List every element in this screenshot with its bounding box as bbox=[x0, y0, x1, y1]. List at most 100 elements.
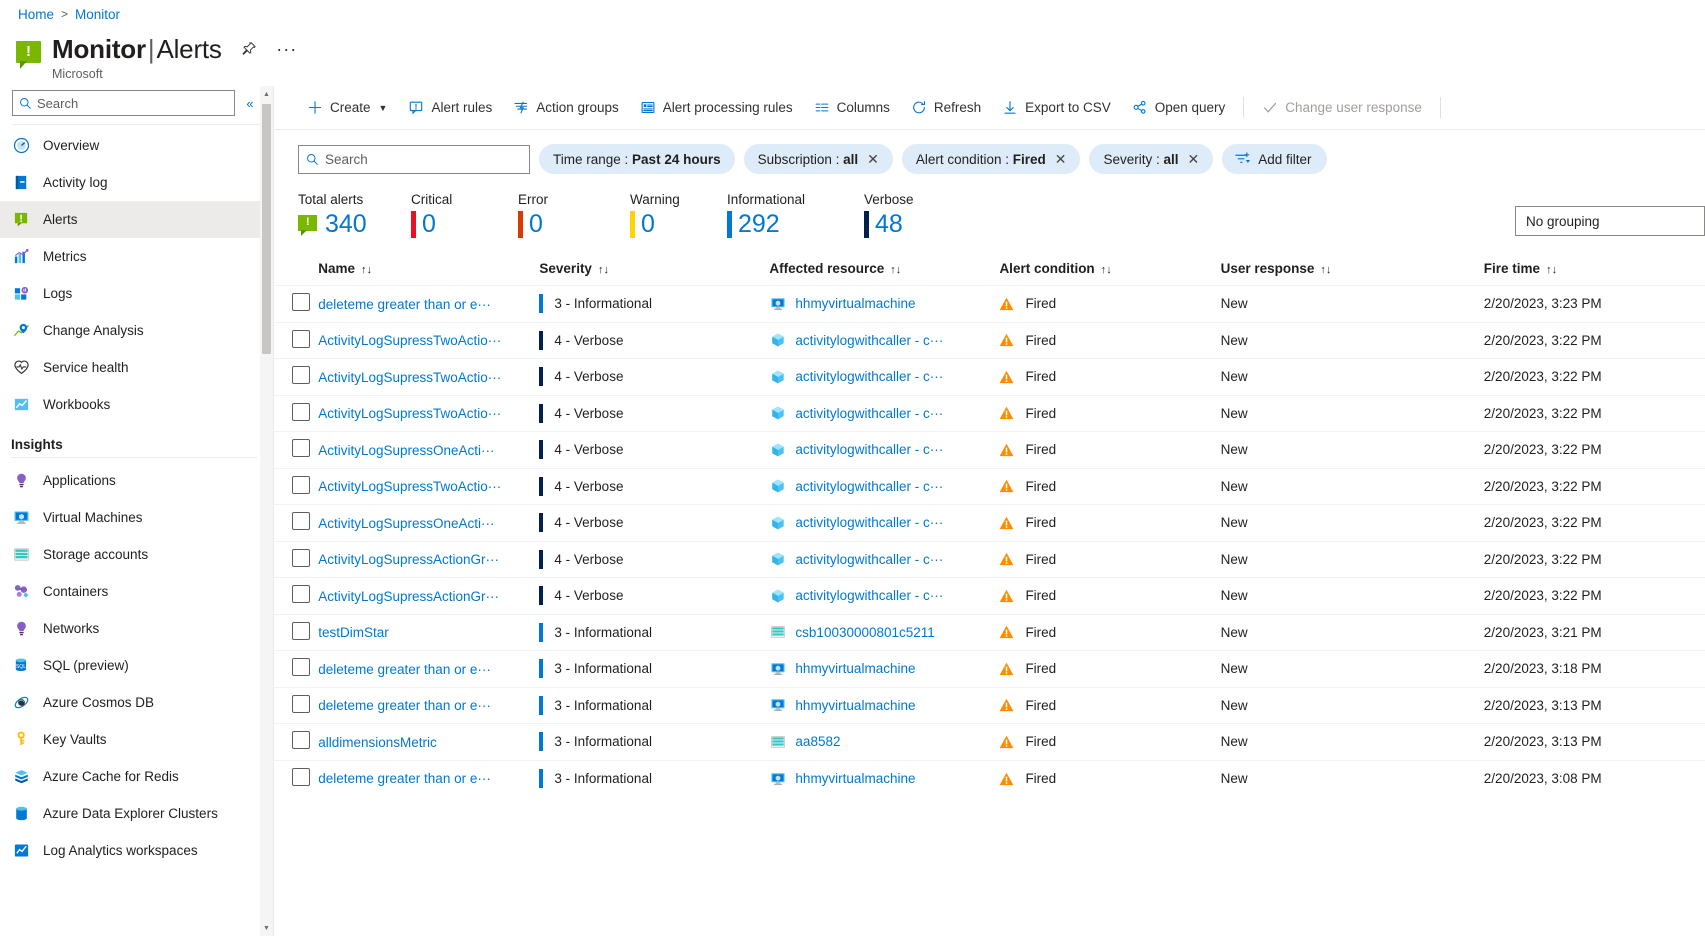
resource-link[interactable]: hhmyvirtualmachine bbox=[795, 698, 915, 713]
table-row[interactable]: ActivityLogSupressOneActi···4 - Verbosea… bbox=[274, 505, 1705, 542]
row-checkbox[interactable] bbox=[292, 658, 310, 676]
sidebar-insight-log-analytics-workspaces[interactable]: Log Analytics workspaces bbox=[0, 832, 273, 869]
sidebar-insight-applications[interactable]: Applications bbox=[0, 462, 273, 499]
table-row[interactable]: deleteme greater than or e···3 - Informa… bbox=[274, 687, 1705, 724]
resource-link[interactable]: hhmyvirtualmachine bbox=[795, 771, 915, 786]
row-checkbox[interactable] bbox=[292, 476, 310, 494]
resource-link[interactable]: activitylogwithcaller - c··· bbox=[795, 479, 943, 494]
sidebar-item-activity-log[interactable]: Activity log bbox=[0, 164, 273, 201]
summary-total-alerts[interactable]: Total alerts!340 bbox=[298, 192, 411, 239]
sidebar-search[interactable] bbox=[12, 90, 235, 116]
alert-name-link[interactable]: ActivityLogSupressTwoActio··· bbox=[318, 406, 501, 421]
alert-name-link[interactable]: ActivityLogSupressTwoActio··· bbox=[318, 333, 501, 348]
row-checkbox[interactable] bbox=[292, 549, 310, 567]
alert-name-link[interactable]: ActivityLogSupressActionGr··· bbox=[318, 589, 499, 604]
filter-pill-time-range[interactable]: Time range : Past 24 hours bbox=[539, 144, 735, 174]
column-header-alert-condition[interactable]: Alert condition↑↓ bbox=[999, 261, 1220, 286]
row-checkbox[interactable] bbox=[292, 768, 310, 786]
alert-name-link[interactable]: deleteme greater than or e··· bbox=[318, 771, 491, 786]
alerts-search[interactable] bbox=[298, 145, 530, 174]
row-checkbox[interactable] bbox=[292, 512, 310, 530]
alert-name-link[interactable]: deleteme greater than or e··· bbox=[318, 662, 491, 677]
alert-name-link[interactable]: deleteme greater than or e··· bbox=[318, 297, 491, 312]
table-row[interactable]: ActivityLogSupressActionGr···4 - Verbose… bbox=[274, 578, 1705, 615]
alert-name-link[interactable]: ActivityLogSupressTwoActio··· bbox=[318, 370, 501, 385]
sort-icon[interactable]: ↑↓ bbox=[1320, 264, 1331, 276]
command-open-query[interactable]: Open query bbox=[1123, 95, 1235, 121]
sidebar-insight-key-vaults[interactable]: Key Vaults bbox=[0, 721, 273, 758]
table-row[interactable]: testDimStar3 - Informationalcsb100300008… bbox=[274, 614, 1705, 651]
collapse-sidebar-button[interactable]: « bbox=[239, 92, 261, 114]
table-row[interactable]: alldimensionsMetric3 - Informationalaa85… bbox=[274, 724, 1705, 761]
sidebar-scrollbar[interactable]: ▲ ▼ bbox=[260, 86, 273, 936]
command-alert-rules[interactable]: Alert rules bbox=[399, 95, 501, 121]
pin-icon[interactable] bbox=[238, 38, 260, 60]
row-checkbox[interactable] bbox=[292, 585, 310, 603]
close-icon[interactable]: ✕ bbox=[1055, 153, 1067, 165]
filter-pill-alert-condition[interactable]: Alert condition : Fired✕ bbox=[902, 144, 1081, 174]
scroll-up-icon[interactable]: ▲ bbox=[260, 87, 273, 101]
alert-name-link[interactable]: alldimensionsMetric bbox=[318, 735, 437, 750]
sidebar-insight-storage-accounts[interactable]: Storage accounts bbox=[0, 536, 273, 573]
sort-icon[interactable]: ↑↓ bbox=[361, 264, 372, 276]
sort-icon[interactable]: ↑↓ bbox=[890, 264, 901, 276]
sidebar-item-logs[interactable]: Logs bbox=[0, 275, 273, 312]
sidebar-insight-containers[interactable]: Containers bbox=[0, 573, 273, 610]
summary-critical[interactable]: Critical0 bbox=[411, 192, 518, 239]
sort-icon[interactable]: ↑↓ bbox=[1101, 264, 1112, 276]
sidebar-item-overview[interactable]: Overview bbox=[0, 127, 273, 164]
more-options-button[interactable]: ··· bbox=[276, 38, 298, 60]
resource-link[interactable]: csb10030000801c5211 bbox=[795, 625, 934, 640]
summary-warning[interactable]: Warning0 bbox=[630, 192, 727, 239]
resource-link[interactable]: hhmyvirtualmachine bbox=[795, 296, 915, 311]
alerts-search-input[interactable] bbox=[325, 152, 522, 167]
summary-verbose[interactable]: Verbose48 bbox=[864, 192, 914, 239]
table-row[interactable]: deleteme greater than or e···3 - Informa… bbox=[274, 760, 1705, 797]
resource-link[interactable]: activitylogwithcaller - c··· bbox=[795, 406, 943, 421]
column-header-severity[interactable]: Severity↑↓ bbox=[539, 261, 769, 286]
resource-link[interactable]: activitylogwithcaller - c··· bbox=[795, 369, 943, 384]
filter-pill-severity[interactable]: Severity : all✕ bbox=[1089, 144, 1213, 174]
resource-link[interactable]: activitylogwithcaller - c··· bbox=[795, 588, 943, 603]
sidebar-scrollbar-thumb[interactable] bbox=[262, 104, 271, 354]
sidebar-item-alerts[interactable]: Alerts bbox=[0, 201, 273, 238]
row-checkbox[interactable] bbox=[292, 622, 310, 640]
table-row[interactable]: ActivityLogSupressTwoActio···4 - Verbose… bbox=[274, 395, 1705, 432]
row-checkbox[interactable] bbox=[292, 403, 310, 421]
alert-name-link[interactable]: ActivityLogSupressTwoActio··· bbox=[318, 479, 501, 494]
alert-name-link[interactable]: ActivityLogSupressOneActi··· bbox=[318, 443, 494, 458]
column-header-fire-time[interactable]: Fire time↑↓ bbox=[1484, 261, 1705, 286]
resource-link[interactable]: aa8582 bbox=[795, 734, 840, 749]
column-header-name[interactable]: Name↑↓ bbox=[318, 261, 539, 286]
resource-link[interactable]: activitylogwithcaller - c··· bbox=[795, 442, 943, 457]
sidebar-insight-networks[interactable]: Networks bbox=[0, 610, 273, 647]
column-header-affected-resource[interactable]: Affected resource↑↓ bbox=[769, 261, 999, 286]
summary-informational[interactable]: Informational292 bbox=[727, 192, 864, 239]
column-header-user-response[interactable]: User response↑↓ bbox=[1221, 261, 1484, 286]
command-create[interactable]: Create▼ bbox=[298, 95, 396, 121]
close-icon[interactable]: ✕ bbox=[1188, 153, 1200, 165]
table-row[interactable]: ActivityLogSupressTwoActio···4 - Verbose… bbox=[274, 468, 1705, 505]
breadcrumb-monitor[interactable]: Monitor bbox=[75, 7, 120, 22]
resource-link[interactable]: activitylogwithcaller - c··· bbox=[795, 515, 943, 530]
command-alert-processing-rules[interactable]: Alert processing rules bbox=[631, 95, 802, 121]
sidebar-item-service-health[interactable]: Service health bbox=[0, 349, 273, 386]
row-checkbox[interactable] bbox=[292, 330, 310, 348]
alert-name-link[interactable]: ActivityLogSupressActionGr··· bbox=[318, 552, 499, 567]
sidebar-item-metrics[interactable]: Metrics bbox=[0, 238, 273, 275]
alert-name-link[interactable]: ActivityLogSupressOneActi··· bbox=[318, 516, 494, 531]
table-row[interactable]: ActivityLogSupressOneActi···4 - Verbosea… bbox=[274, 432, 1705, 469]
command-columns[interactable]: Columns bbox=[805, 95, 899, 121]
row-checkbox[interactable] bbox=[292, 731, 310, 749]
breadcrumb-home[interactable]: Home bbox=[18, 7, 54, 22]
resource-link[interactable]: activitylogwithcaller - c··· bbox=[795, 333, 943, 348]
table-row[interactable]: deleteme greater than or e···3 - Informa… bbox=[274, 651, 1705, 688]
grouping-dropdown[interactable]: No grouping bbox=[1515, 206, 1705, 236]
sidebar-item-change-analysis[interactable]: Change Analysis bbox=[0, 312, 273, 349]
row-checkbox[interactable] bbox=[292, 439, 310, 457]
command-export-to-csv[interactable]: Export to CSV bbox=[993, 95, 1120, 121]
row-checkbox[interactable] bbox=[292, 293, 310, 311]
table-row[interactable]: ActivityLogSupressTwoActio···4 - Verbose… bbox=[274, 322, 1705, 359]
table-row[interactable]: ActivityLogSupressTwoActio···4 - Verbose… bbox=[274, 359, 1705, 396]
command-action-groups[interactable]: Action groups bbox=[504, 95, 628, 121]
